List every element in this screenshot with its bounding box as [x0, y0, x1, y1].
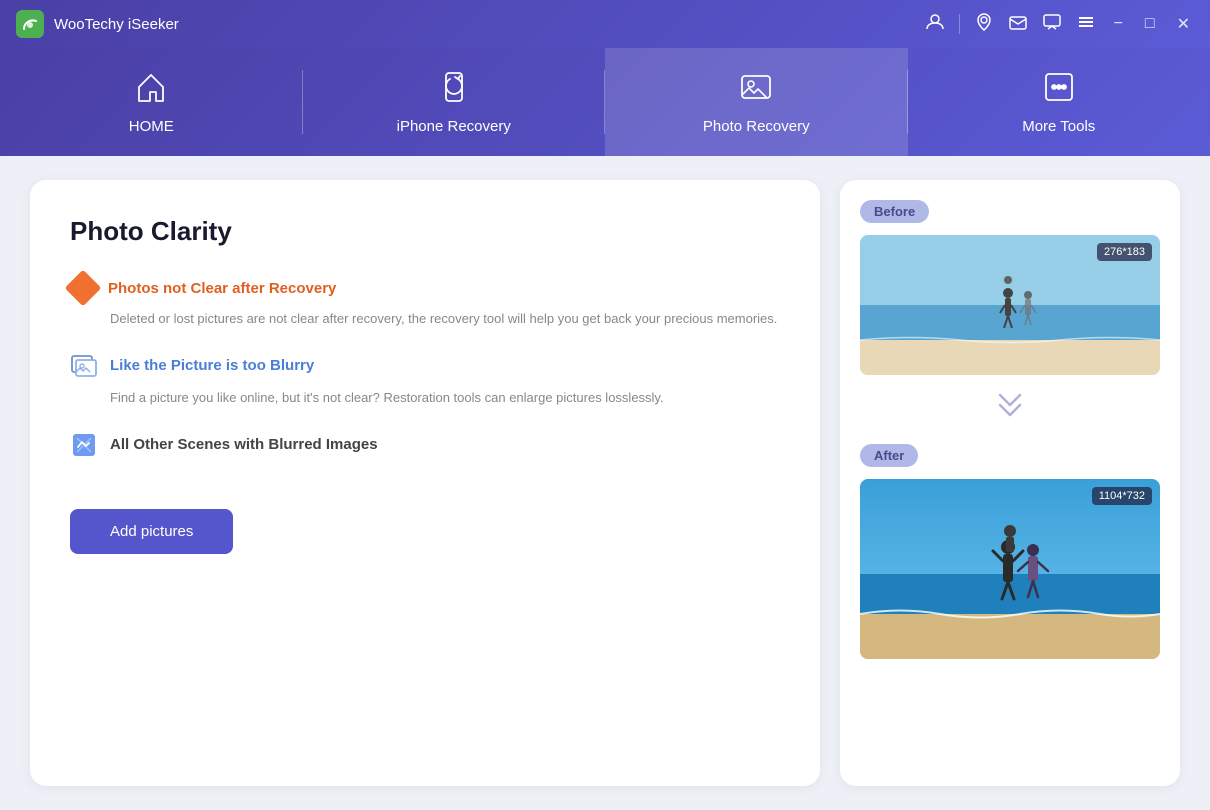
location-icon[interactable]: [974, 12, 994, 37]
feature-title-1: Photos not Clear after Recovery: [108, 280, 336, 297]
maximize-button[interactable]: □: [1141, 13, 1159, 35]
navbar: HOME iPhone Recovery Photo Recovery: [0, 48, 1210, 156]
feature-too-blurry: Like the Picture is too Blurry Find a pi…: [70, 352, 780, 409]
feature-title-3: All Other Scenes with Blurred Images: [110, 436, 378, 453]
person-icon[interactable]: [925, 12, 945, 37]
photo-frame-icon: [70, 352, 98, 380]
main-content: Photo Clarity Photos not Clear after Rec…: [0, 156, 1210, 810]
after-label: After: [860, 444, 918, 467]
nav-label-iphone-recovery: iPhone Recovery: [397, 118, 511, 135]
enhance-icon: [70, 431, 98, 459]
more-tools-icon: [1041, 69, 1077, 110]
app-title: WooTechy iSeeker: [54, 16, 179, 33]
page-title: Photo Clarity: [70, 216, 780, 247]
titlebar-right: − □ ✕: [925, 12, 1194, 37]
before-photo: 276*183: [860, 235, 1160, 375]
nav-item-home[interactable]: HOME: [0, 48, 303, 156]
nav-label-photo-recovery: Photo Recovery: [703, 118, 810, 135]
iphone-recovery-icon: [436, 69, 472, 110]
feature-desc-1: Deleted or lost pictures are not clear a…: [110, 309, 780, 330]
diamond-icon: [65, 270, 102, 307]
nav-label-home: HOME: [129, 118, 174, 135]
feature-header-3: All Other Scenes with Blurred Images: [70, 431, 780, 459]
down-arrows: [990, 387, 1030, 432]
home-icon: [133, 69, 169, 110]
before-photo-badge: 276*183: [1097, 243, 1152, 261]
feature-title-2: Like the Picture is too Blurry: [110, 357, 314, 374]
chat-icon[interactable]: [1042, 12, 1062, 37]
nav-item-iphone-recovery[interactable]: iPhone Recovery: [303, 48, 606, 156]
after-photo-badge: 1104*732: [1092, 487, 1152, 505]
content-card: Photo Clarity Photos not Clear after Rec…: [30, 180, 820, 786]
preview-panel: Before: [840, 180, 1180, 786]
titlebar-left: WooTechy iSeeker: [16, 10, 179, 38]
feature-header-1: Photos not Clear after Recovery: [70, 275, 780, 301]
divider: [959, 14, 960, 34]
nav-item-more-tools[interactable]: More Tools: [908, 48, 1210, 156]
photo-recovery-icon: [738, 69, 774, 110]
feature-not-clear: Photos not Clear after Recovery Deleted …: [70, 275, 780, 330]
minimize-button[interactable]: −: [1110, 13, 1127, 35]
after-photo: 1104*732: [860, 479, 1160, 659]
close-button[interactable]: ✕: [1173, 12, 1194, 36]
menu-icon[interactable]: [1076, 12, 1096, 37]
nav-label-more-tools: More Tools: [1022, 118, 1095, 135]
app-logo: [16, 10, 44, 38]
before-label: Before: [860, 200, 929, 223]
add-pictures-button[interactable]: Add pictures: [70, 509, 233, 554]
nav-item-photo-recovery[interactable]: Photo Recovery: [605, 48, 908, 156]
mail-icon[interactable]: [1008, 12, 1028, 37]
titlebar: WooTechy iSeeker: [0, 0, 1210, 48]
feature-header-2: Like the Picture is too Blurry: [70, 352, 780, 380]
feature-other-scenes: All Other Scenes with Blurred Images: [70, 431, 780, 467]
feature-desc-2: Find a picture you like online, but it's…: [110, 388, 780, 409]
